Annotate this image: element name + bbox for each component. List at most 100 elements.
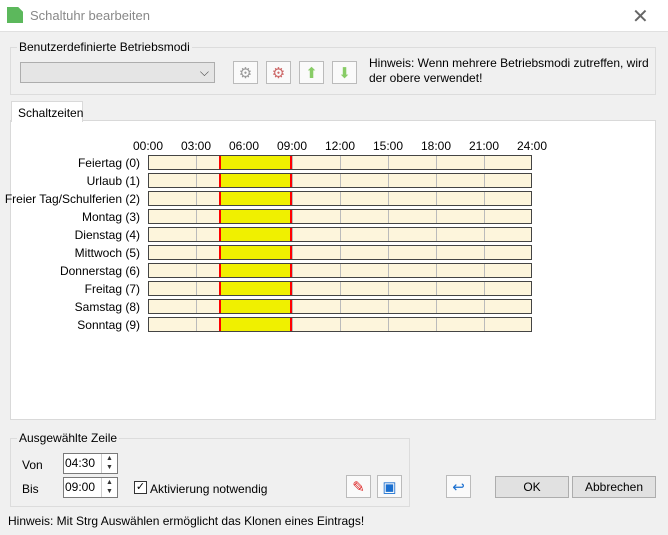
from-spinner[interactable]: ▲ ▼: [101, 454, 117, 473]
delete-mode-button[interactable]: ⚙: [266, 61, 291, 84]
major-gridline: [292, 246, 293, 259]
interval[interactable]: [219, 174, 292, 187]
major-gridline: [292, 174, 293, 187]
interval[interactable]: [219, 228, 292, 241]
major-gridline: [340, 318, 341, 331]
day-timeline[interactable]: [148, 245, 532, 260]
to-time-input[interactable]: 09:00 ▲ ▼: [63, 477, 118, 498]
arrow-down-icon: ⬇: [338, 64, 351, 82]
major-gridline: [388, 300, 389, 313]
major-gridline: [436, 192, 437, 205]
major-gridline: [196, 156, 197, 169]
select-all-button[interactable]: ▣: [377, 475, 402, 498]
hour-tick-label: 24:00: [516, 139, 548, 153]
day-timeline[interactable]: [148, 155, 532, 170]
day-label: Montag (3): [81, 210, 140, 224]
major-gridline: [436, 282, 437, 295]
window-title: Schaltuhr bearbeiten: [30, 8, 150, 23]
close-icon[interactable]: ✕: [632, 4, 649, 29]
day-timeline[interactable]: [148, 299, 532, 314]
day-label: Dienstag (4): [74, 228, 140, 242]
from-time-input[interactable]: 04:30 ▲ ▼: [63, 453, 118, 474]
major-gridline: [340, 246, 341, 259]
arrow-up-icon: ⬆: [305, 64, 318, 82]
major-gridline: [196, 282, 197, 295]
interval[interactable]: [219, 210, 292, 223]
ok-button[interactable]: OK: [495, 476, 569, 498]
major-gridline: [196, 318, 197, 331]
major-gridline: [196, 228, 197, 241]
major-gridline: [340, 300, 341, 313]
day-timeline[interactable]: [148, 281, 532, 296]
day-label: Feiertag (0): [77, 156, 140, 170]
major-gridline: [388, 174, 389, 187]
hour-tick-label: 12:00: [324, 139, 356, 153]
modes-group-label: Benutzerdefinierte Betriebsmodi: [19, 40, 190, 54]
modes-select[interactable]: ⌵: [20, 62, 215, 83]
move-up-button[interactable]: ⬆: [299, 61, 324, 84]
major-gridline: [388, 156, 389, 169]
hour-tick-label: 06:00: [228, 139, 260, 153]
day-label: Samstag (8): [74, 300, 140, 314]
major-gridline: [196, 192, 197, 205]
gear-delete-icon: ⚙: [271, 64, 286, 82]
day-timeline[interactable]: [148, 173, 532, 188]
add-mode-button[interactable]: ⚙: [233, 61, 258, 84]
day-timeline[interactable]: [148, 227, 532, 242]
activation-label: Aktivierung notwendig: [150, 482, 268, 496]
major-gridline: [388, 318, 389, 331]
major-gridline: [484, 300, 485, 313]
major-gridline: [484, 264, 485, 277]
major-gridline: [388, 246, 389, 259]
hour-tick-label: 03:00: [180, 139, 212, 153]
major-gridline: [292, 156, 293, 169]
major-gridline: [292, 228, 293, 241]
major-gridline: [196, 300, 197, 313]
major-gridline: [340, 156, 341, 169]
activation-checkbox[interactable]: ✓: [134, 481, 147, 494]
major-gridline: [484, 228, 485, 241]
major-gridline: [436, 228, 437, 241]
day-label: Sonntag (9): [77, 318, 140, 332]
major-gridline: [388, 192, 389, 205]
day-timeline[interactable]: [148, 209, 532, 224]
major-gridline: [436, 210, 437, 223]
to-spinner[interactable]: ▲ ▼: [101, 478, 117, 497]
major-gridline: [340, 192, 341, 205]
major-gridline: [196, 264, 197, 277]
interval[interactable]: [219, 300, 292, 313]
hour-tick-label: 15:00: [372, 139, 404, 153]
move-down-button[interactable]: ⬇: [332, 61, 357, 84]
major-gridline: [436, 318, 437, 331]
interval[interactable]: [219, 246, 292, 259]
selected-interval[interactable]: [219, 156, 292, 169]
major-gridline: [196, 246, 197, 259]
footer-hint: Hinweis: Mit Strg Auswählen ermöglicht d…: [8, 514, 365, 528]
hour-tick-label: 21:00: [468, 139, 500, 153]
interval[interactable]: [219, 192, 292, 205]
eraser-icon: ✎: [352, 478, 365, 496]
major-gridline: [436, 246, 437, 259]
tab-schaltzeiten[interactable]: Schaltzeiten: [11, 101, 83, 122]
interval[interactable]: [219, 264, 292, 277]
to-time-value: 09:00: [65, 480, 96, 494]
day-timeline[interactable]: [148, 191, 532, 206]
hour-tick-label: 09:00: [276, 139, 308, 153]
day-timeline[interactable]: [148, 317, 532, 332]
cancel-button[interactable]: Abbrechen: [572, 476, 656, 498]
major-gridline: [484, 246, 485, 259]
major-gridline: [484, 174, 485, 187]
day-label: Mittwoch (5): [74, 246, 140, 260]
major-gridline: [340, 228, 341, 241]
day-timeline[interactable]: [148, 263, 532, 278]
gear-add-icon: ⚙: [238, 64, 253, 82]
hour-tick-label: 18:00: [420, 139, 452, 153]
interval[interactable]: [219, 282, 292, 295]
undo-button[interactable]: ↩: [446, 475, 471, 498]
erase-button[interactable]: ✎: [346, 475, 371, 498]
day-label: Urlaub (1): [86, 174, 140, 188]
major-gridline: [340, 282, 341, 295]
major-gridline: [484, 282, 485, 295]
interval[interactable]: [219, 318, 292, 331]
major-gridline: [484, 210, 485, 223]
